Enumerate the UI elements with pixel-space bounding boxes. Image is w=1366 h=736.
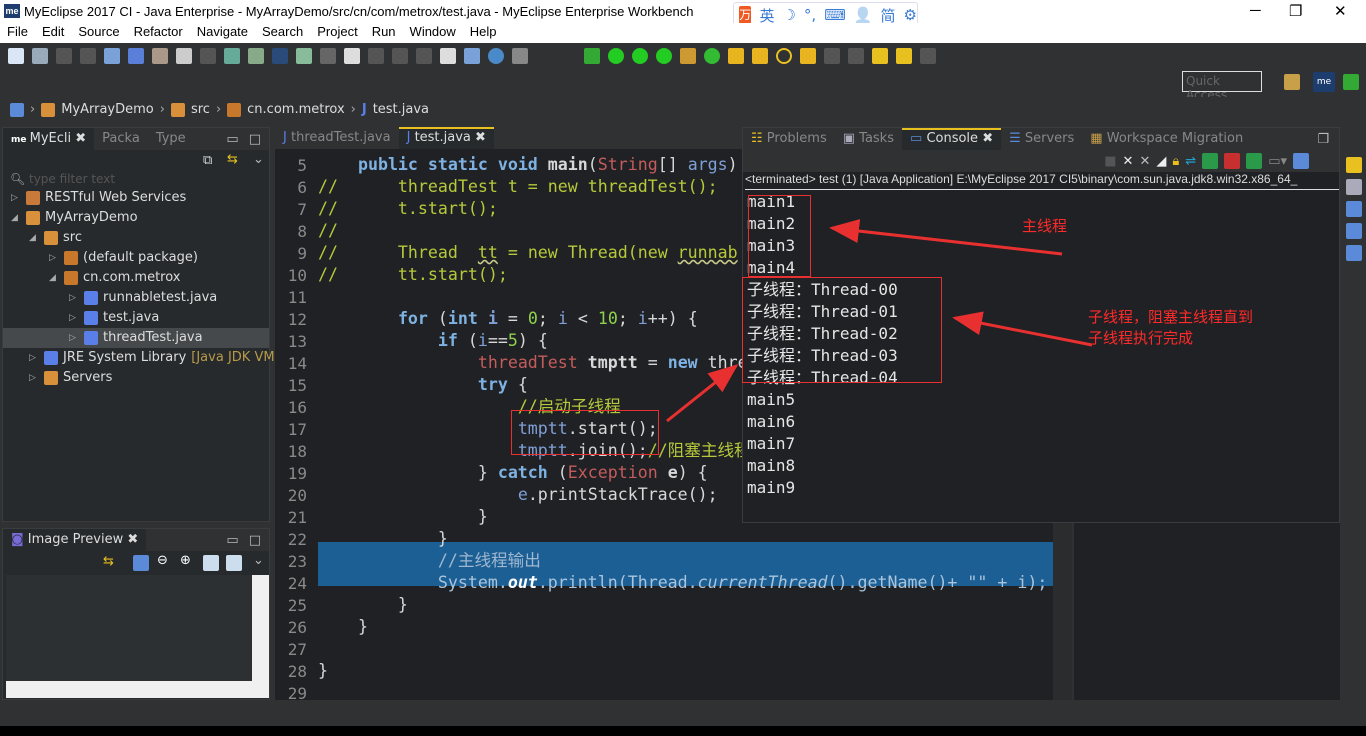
child-thread-note-2: 子线程执行完成: [1088, 329, 1194, 347]
child-thread-note-1: 子线程，阻塞主线程直到: [1088, 308, 1254, 326]
arrow-child-thread: [952, 311, 1093, 347]
main-thread-note: 主线程: [1022, 217, 1068, 235]
arrow-start-join: [666, 364, 739, 423]
annotation-arrows: [666, 219, 1093, 423]
